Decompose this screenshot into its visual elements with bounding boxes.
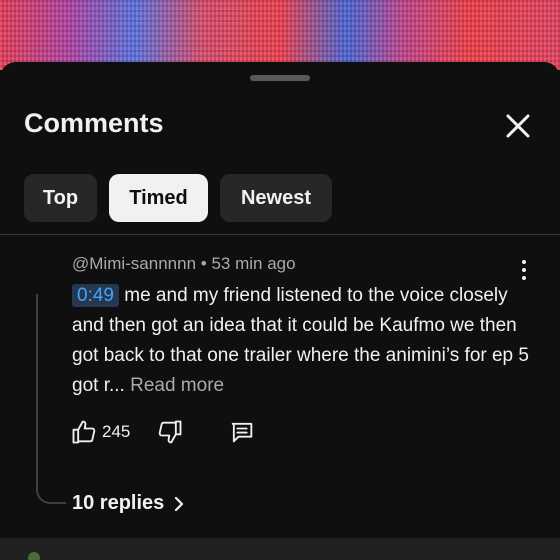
comment-reply-icon xyxy=(231,422,253,443)
drag-handle[interactable] xyxy=(250,75,310,81)
thumbs-down-icon xyxy=(158,420,182,444)
close-button[interactable] xyxy=(502,110,534,142)
sheet-title: Comments xyxy=(24,108,164,138)
thumbs-up-icon xyxy=(72,420,96,444)
replies-link[interactable]: 10 replies xyxy=(72,492,186,515)
like-button[interactable] xyxy=(70,418,98,451)
dislike-button[interactable] xyxy=(156,418,184,451)
avatar xyxy=(28,552,40,560)
comment-body: 0:49 me and my friend listened to the vo… xyxy=(72,281,542,401)
replies-label: 10 replies xyxy=(72,492,165,514)
reply-button[interactable] xyxy=(228,418,256,451)
divider xyxy=(0,234,560,235)
comment-author[interactable]: @Mimi-sannnnn xyxy=(72,254,196,273)
bottom-input-bar[interactable] xyxy=(0,538,560,560)
more-vertical-icon xyxy=(514,260,534,280)
thread-connector xyxy=(36,294,66,504)
comment-meta: @Mimi-sannnnn • 53 min ago xyxy=(72,254,296,274)
filter-chip-newest[interactable]: Newest xyxy=(220,174,332,222)
comments-screen: Comments Top Timed Newest @Mimi-sannnnn … xyxy=(0,0,560,560)
timestamp-link[interactable]: 0:49 xyxy=(72,284,119,307)
close-icon xyxy=(506,114,530,138)
read-more-link[interactable]: Read more xyxy=(130,375,224,396)
filter-chip-timed[interactable]: Timed xyxy=(109,174,208,222)
meta-separator: • xyxy=(200,254,207,273)
comment-time: 53 min ago xyxy=(211,254,296,273)
comments-sheet: Comments Top Timed Newest @Mimi-sannnnn … xyxy=(0,62,560,560)
video-preview[interactable] xyxy=(0,0,560,70)
chevron-right-icon xyxy=(175,496,184,511)
filter-chip-top[interactable]: Top xyxy=(24,174,97,222)
like-count: 245 xyxy=(102,422,131,441)
